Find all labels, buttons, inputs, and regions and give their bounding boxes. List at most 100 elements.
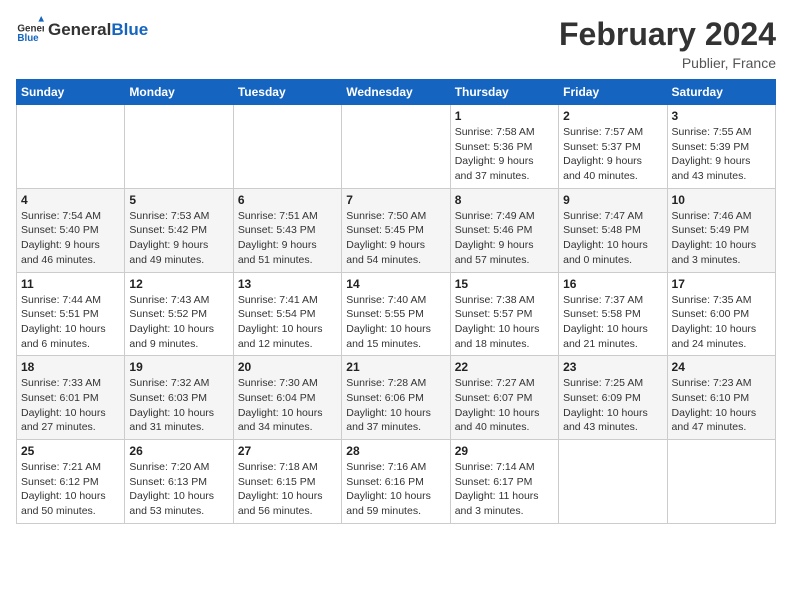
table-row: 6Sunrise: 7:51 AM Sunset: 5:43 PM Daylig… — [233, 188, 341, 272]
day-number: 16 — [563, 277, 662, 291]
day-number: 25 — [21, 444, 120, 458]
day-detail: Sunrise: 7:16 AM Sunset: 6:16 PM Dayligh… — [346, 460, 445, 519]
table-row: 4 Sunrise: 7:54 AM Sunset: 5:40 PM Daylig… — [17, 188, 125, 272]
table-row: 17 Sunrise: 7:35 AM Sunset: 6:00 PM Dayli… — [667, 272, 775, 356]
table-row: 29 Sunrise: 7:14 AM Sunset: 6:17 PM Dayli… — [450, 440, 558, 524]
logo-general: General — [48, 20, 111, 39]
day-detail: Sunrise: 7:44 AM Sunset: 5:51 PM Dayligh… — [21, 293, 120, 352]
day-number: 5 — [129, 193, 228, 207]
month-title: February 2024 — [559, 16, 776, 53]
day-number: 21 — [346, 360, 445, 374]
logo-icon: General Blue — [16, 16, 44, 44]
day-number: 8 — [455, 193, 554, 207]
table-row: 24Sunrise: 7:23 AM Sunset: 6:10 PM Dayli… — [667, 356, 775, 440]
day-detail: Sunrise: 7:37 AM Sunset: 5:58 PM Dayligh… — [563, 293, 662, 352]
day-detail: Sunrise: 7:51 AM Sunset: 5:43 PM Dayligh… — [238, 209, 337, 268]
day-number: 19 — [129, 360, 228, 374]
day-detail: Sunrise: 7:58 AM Sunset: 5:36 PM Dayligh… — [455, 125, 554, 184]
day-number: 23 — [563, 360, 662, 374]
day-detail: Sunrise: 7:46 AM Sunset: 5:49 PM Dayligh… — [672, 209, 771, 268]
table-row: 22Sunrise: 7:27 AM Sunset: 6:07 PM Dayli… — [450, 356, 558, 440]
col-monday: Monday — [125, 80, 233, 105]
svg-text:Blue: Blue — [17, 33, 39, 44]
page-header: General Blue GeneralBlue February 2024 P… — [16, 16, 776, 71]
day-number: 17 — [672, 277, 771, 291]
calendar-week-row: 18 Sunrise: 7:33 AM Sunset: 6:01 PM Dayli… — [17, 356, 776, 440]
col-friday: Friday — [559, 80, 667, 105]
day-detail: Sunrise: 7:40 AM Sunset: 5:55 PM Dayligh… — [346, 293, 445, 352]
calendar-week-row: 4 Sunrise: 7:54 AM Sunset: 5:40 PM Daylig… — [17, 188, 776, 272]
day-detail: Sunrise: 7:53 AM Sunset: 5:42 PM Dayligh… — [129, 209, 228, 268]
table-row — [342, 105, 450, 189]
day-number: 14 — [346, 277, 445, 291]
day-number: 26 — [129, 444, 228, 458]
table-row — [233, 105, 341, 189]
table-row: 13Sunrise: 7:41 AM Sunset: 5:54 PM Dayli… — [233, 272, 341, 356]
table-row: 16 Sunrise: 7:37 AM Sunset: 5:58 PM Dayli… — [559, 272, 667, 356]
table-row: 19 Sunrise: 7:32 AM Sunset: 6:03 PM Dayli… — [125, 356, 233, 440]
day-detail: Sunrise: 7:18 AM Sunset: 6:15 PM Dayligh… — [238, 460, 337, 519]
day-number: 12 — [129, 277, 228, 291]
day-detail: Sunrise: 7:54 AM Sunset: 5:40 PM Dayligh… — [21, 209, 120, 268]
day-detail: Sunrise: 7:38 AM Sunset: 5:57 PM Dayligh… — [455, 293, 554, 352]
table-row: 7 Sunrise: 7:50 AM Sunset: 5:45 PM Daylig… — [342, 188, 450, 272]
calendar-header-row: Sunday Monday Tuesday Wednesday Thursday… — [17, 80, 776, 105]
table-row: 3 Sunrise: 7:55 AM Sunset: 5:39 PM Daylig… — [667, 105, 775, 189]
logo-blue: Blue — [111, 20, 148, 39]
day-number: 9 — [563, 193, 662, 207]
table-row: 8 Sunrise: 7:49 AM Sunset: 5:46 PM Daylig… — [450, 188, 558, 272]
day-detail: Sunrise: 7:14 AM Sunset: 6:17 PM Dayligh… — [455, 460, 554, 519]
day-number: 10 — [672, 193, 771, 207]
logo: General Blue GeneralBlue — [16, 16, 148, 44]
day-number: 3 — [672, 109, 771, 123]
calendar-week-row: 11 Sunrise: 7:44 AM Sunset: 5:51 PM Dayli… — [17, 272, 776, 356]
table-row: 20 Sunrise: 7:30 AM Sunset: 6:04 PM Dayli… — [233, 356, 341, 440]
day-detail: Sunrise: 7:43 AM Sunset: 5:52 PM Dayligh… — [129, 293, 228, 352]
location: Publier, France — [559, 55, 776, 71]
day-number: 4 — [21, 193, 120, 207]
table-row: 9 Sunrise: 7:47 AM Sunset: 5:48 PM Daylig… — [559, 188, 667, 272]
table-row: 14 Sunrise: 7:40 AM Sunset: 5:55 PM Dayli… — [342, 272, 450, 356]
day-number: 28 — [346, 444, 445, 458]
col-tuesday: Tuesday — [233, 80, 341, 105]
day-detail: Sunrise: 7:47 AM Sunset: 5:48 PM Dayligh… — [563, 209, 662, 268]
table-row: 1 Sunrise: 7:58 AM Sunset: 5:36 PM Daylig… — [450, 105, 558, 189]
day-number: 20 — [238, 360, 337, 374]
day-number: 11 — [21, 277, 120, 291]
day-number: 18 — [21, 360, 120, 374]
day-detail: Sunrise: 7:35 AM Sunset: 6:00 PM Dayligh… — [672, 293, 771, 352]
day-detail: Sunrise: 7:27 AM Sunset: 6:07 PM Dayligh… — [455, 376, 554, 435]
day-number: 15 — [455, 277, 554, 291]
day-number: 29 — [455, 444, 554, 458]
col-saturday: Saturday — [667, 80, 775, 105]
table-row: 25Sunrise: 7:21 AM Sunset: 6:12 PM Dayli… — [17, 440, 125, 524]
table-row: 21 Sunrise: 7:28 AM Sunset: 6:06 PM Dayli… — [342, 356, 450, 440]
table-row: 27Sunrise: 7:18 AM Sunset: 6:15 PM Dayli… — [233, 440, 341, 524]
day-detail: Sunrise: 7:20 AM Sunset: 6:13 PM Dayligh… — [129, 460, 228, 519]
day-detail: Sunrise: 7:23 AM Sunset: 6:10 PM Dayligh… — [672, 376, 771, 435]
table-row: 12 Sunrise: 7:43 AM Sunset: 5:52 PM Dayli… — [125, 272, 233, 356]
day-detail: Sunrise: 7:55 AM Sunset: 5:39 PM Dayligh… — [672, 125, 771, 184]
col-sunday: Sunday — [17, 80, 125, 105]
calendar-week-row: 1 Sunrise: 7:58 AM Sunset: 5:36 PM Daylig… — [17, 105, 776, 189]
day-detail: Sunrise: 7:30 AM Sunset: 6:04 PM Dayligh… — [238, 376, 337, 435]
day-detail: Sunrise: 7:28 AM Sunset: 6:06 PM Dayligh… — [346, 376, 445, 435]
table-row: 26 Sunrise: 7:20 AM Sunset: 6:13 PM Dayli… — [125, 440, 233, 524]
day-detail: Sunrise: 7:33 AM Sunset: 6:01 PM Dayligh… — [21, 376, 120, 435]
table-row: 11 Sunrise: 7:44 AM Sunset: 5:51 PM Dayli… — [17, 272, 125, 356]
calendar-week-row: 25Sunrise: 7:21 AM Sunset: 6:12 PM Dayli… — [17, 440, 776, 524]
table-row: 2 Sunrise: 7:57 AM Sunset: 5:37 PM Daylig… — [559, 105, 667, 189]
table-row: 15 Sunrise: 7:38 AM Sunset: 5:57 PM Dayli… — [450, 272, 558, 356]
day-detail: Sunrise: 7:50 AM Sunset: 5:45 PM Dayligh… — [346, 209, 445, 268]
day-detail: Sunrise: 7:32 AM Sunset: 6:03 PM Dayligh… — [129, 376, 228, 435]
day-number: 2 — [563, 109, 662, 123]
day-detail: Sunrise: 7:41 AM Sunset: 5:54 PM Dayligh… — [238, 293, 337, 352]
table-row — [667, 440, 775, 524]
table-row: 5 Sunrise: 7:53 AM Sunset: 5:42 PM Daylig… — [125, 188, 233, 272]
col-wednesday: Wednesday — [342, 80, 450, 105]
day-number: 1 — [455, 109, 554, 123]
col-thursday: Thursday — [450, 80, 558, 105]
day-detail: Sunrise: 7:57 AM Sunset: 5:37 PM Dayligh… — [563, 125, 662, 184]
day-number: 7 — [346, 193, 445, 207]
day-detail: Sunrise: 7:49 AM Sunset: 5:46 PM Dayligh… — [455, 209, 554, 268]
